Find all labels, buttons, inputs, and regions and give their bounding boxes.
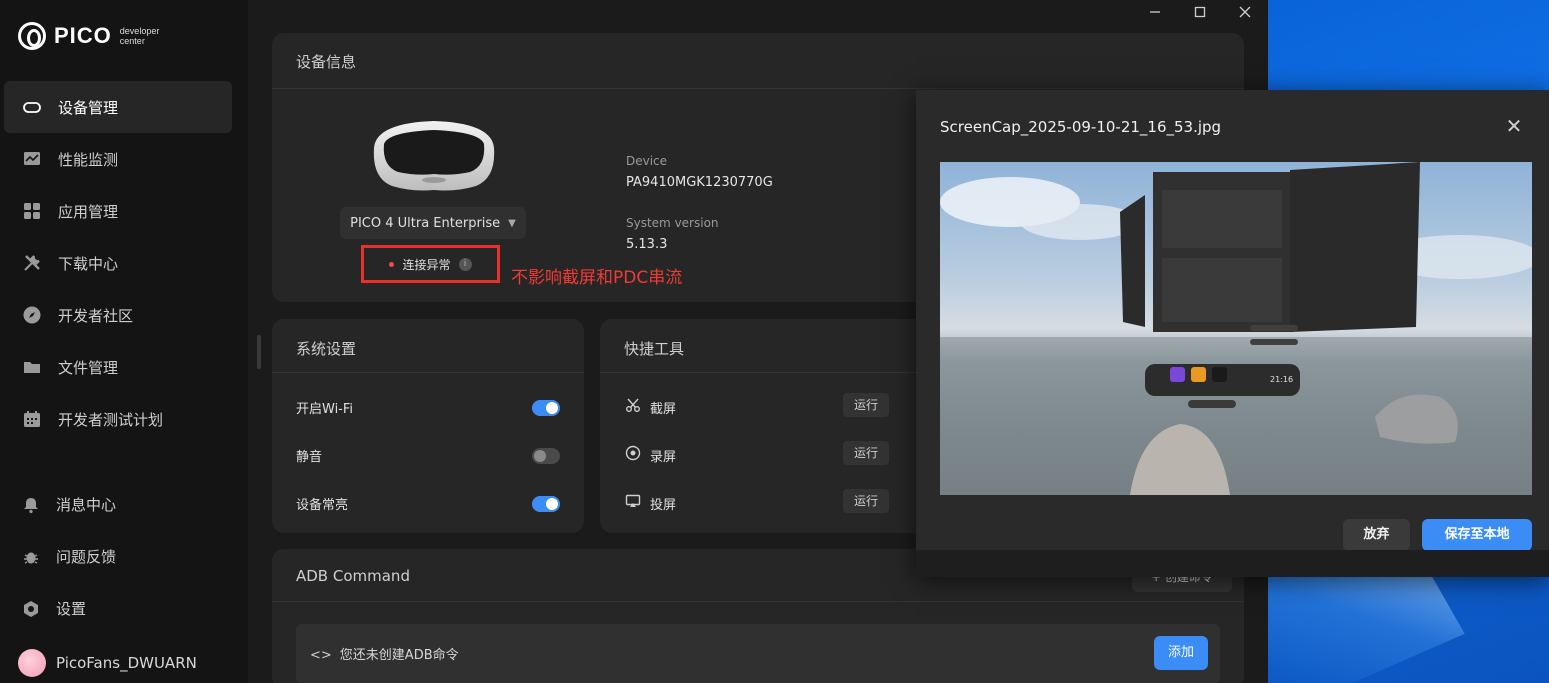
tool-label: 录屏 <box>650 449 677 465</box>
sidebar-item-label: 问题反馈 <box>56 548 117 566</box>
sidebar-item-app-management[interactable]: 应用管理 <box>4 185 232 237</box>
device-model-value: PICO 4 Ultra Enterprise <box>350 215 501 231</box>
setting-row-wifi: 开启Wi-Fi <box>296 398 560 417</box>
grid-icon <box>22 201 42 221</box>
minimize-icon[interactable] <box>1145 4 1165 23</box>
bell-icon <box>22 496 40 514</box>
stay-awake-toggle[interactable] <box>532 495 560 512</box>
logo-text: PICO <box>54 23 112 48</box>
close-icon[interactable]: ✕ <box>1504 114 1524 138</box>
adb-empty-row: <> 您还未创建ADB命令 <box>310 644 459 663</box>
sidebar-item-feedback[interactable]: 问题反馈 <box>22 546 116 567</box>
record-icon <box>624 445 642 465</box>
pico-logo-icon <box>18 22 46 50</box>
vr-scene-illustration: 21:16 <box>940 162 1532 495</box>
adb-empty-text: 您还未创建ADB命令 <box>339 648 459 663</box>
save-local-button[interactable]: 保存至本地 <box>1422 519 1532 551</box>
desktop-light-streak <box>1268 560 1465 683</box>
run-cast-button[interactable]: 运行 <box>843 489 889 513</box>
sidebar-item-label: 应用管理 <box>58 202 119 221</box>
screenshot-preview-dialog: ScreenCap_2025-09-10-21_16_53.jpg ✕ 21:1… <box>916 90 1549 577</box>
device-serial: PA9410MGK1230770G <box>626 175 773 190</box>
headset-image <box>373 121 495 191</box>
logo-subtitle: developer center <box>119 26 160 46</box>
discard-button[interactable]: 放弃 <box>1343 519 1410 551</box>
system-version-value: 5.13.3 <box>626 237 668 252</box>
tool-label: 截屏 <box>650 401 677 417</box>
user-profile[interactable]: PicoFans_DWUARN <box>18 649 197 677</box>
sidebar-item-download-center[interactable]: 下载中心 <box>4 237 232 289</box>
setting-row-mute: 静音 <box>296 446 560 465</box>
adb-empty-state: <> 您还未创建ADB命令 <box>296 624 1220 683</box>
sidebar-item-file-management[interactable]: 文件管理 <box>4 341 232 393</box>
sidebar: PICO developer center 设备管理 性能监测 应用管理 下载中… <box>0 0 248 683</box>
status-dot-icon <box>389 261 395 267</box>
scrollbar-thumb[interactable] <box>257 335 261 369</box>
adb-title: ADB Command <box>296 567 410 585</box>
annotation-text: 不影响截屏和PDC串流 <box>511 268 683 288</box>
sidebar-item-label: 文件管理 <box>58 358 119 377</box>
divider <box>272 601 1244 602</box>
screenshot-preview-image: 21:16 <box>940 162 1532 495</box>
preview-time: 21:16 <box>1270 375 1293 384</box>
sidebar-item-label: 设备管理 <box>58 98 119 117</box>
setting-label: 开启Wi-Fi <box>296 402 354 417</box>
sidebar-item-label: 开发者社区 <box>58 306 134 325</box>
folder-icon <box>22 357 42 377</box>
sidebar-item-developer-community[interactable]: 开发者社区 <box>4 289 232 341</box>
code-icon: <> <box>310 648 332 663</box>
sidebar-item-message-center[interactable]: 消息中心 <box>22 494 116 515</box>
user-name: PicoFans_DWUARN <box>56 654 197 672</box>
sidebar-item-device-management[interactable]: 设备管理 <box>4 81 232 133</box>
divider <box>272 372 584 373</box>
avatar <box>18 649 46 677</box>
setting-label: 设备常亮 <box>296 498 349 513</box>
caret-down-icon: ▼ <box>508 217 516 229</box>
maximize-icon[interactable] <box>1190 4 1210 23</box>
info-icon[interactable]: i <box>458 257 472 271</box>
chart-icon <box>22 149 42 169</box>
setting-row-stay-awake: 设备常亮 <box>296 494 560 513</box>
system-settings-card: 系统设置 开启Wi-Fi 静音 设备常亮 <box>272 319 584 533</box>
close-window-icon[interactable] <box>1235 4 1255 23</box>
sidebar-item-settings[interactable]: 设置 <box>22 598 86 619</box>
add-adb-button[interactable]: 添加 <box>1154 636 1208 670</box>
mute-toggle[interactable] <box>532 447 560 464</box>
dialog-footer-strip <box>916 550 1549 577</box>
connection-status-text: 连接异常 <box>402 257 451 272</box>
device-info-title: 设备信息 <box>296 53 357 71</box>
sidebar-item-performance[interactable]: 性能监测 <box>4 133 232 185</box>
calendar-icon <box>22 409 42 429</box>
sidebar-item-label: 消息中心 <box>56 496 117 514</box>
setting-label: 静音 <box>296 450 323 465</box>
tools-icon <box>22 253 42 273</box>
sidebar-item-label: 设置 <box>56 600 87 618</box>
system-version-label: System version <box>626 216 719 230</box>
wifi-toggle[interactable] <box>532 399 560 416</box>
run-record-button[interactable]: 运行 <box>843 441 889 465</box>
pico-logo: PICO developer center <box>18 22 170 50</box>
gear-icon <box>22 600 40 618</box>
compass-icon <box>22 305 42 325</box>
divider <box>272 88 1244 89</box>
sidebar-item-label: 开发者测试计划 <box>58 410 164 429</box>
run-screenshot-button[interactable]: 运行 <box>843 393 889 417</box>
device-model-select[interactable]: PICO 4 Ultra Enterprise ▼ <box>340 207 526 239</box>
divider <box>600 372 930 373</box>
quick-tools-title: 快捷工具 <box>624 340 685 358</box>
bug-icon <box>22 548 40 566</box>
headset-icon <box>22 97 42 117</box>
device-label: Device <box>626 154 668 168</box>
dialog-title: ScreenCap_2025-09-10-21_16_53.jpg <box>940 118 1222 136</box>
cast-icon <box>624 493 642 513</box>
sidebar-item-test-plan[interactable]: 开发者测试计划 <box>4 393 232 445</box>
tool-label: 投屏 <box>650 497 677 513</box>
scissors-icon <box>624 397 642 417</box>
sidebar-item-label: 性能监测 <box>58 150 119 169</box>
connection-status: 连接异常 i <box>361 245 500 283</box>
sidebar-item-label: 下载中心 <box>58 254 119 273</box>
system-settings-title: 系统设置 <box>296 340 357 358</box>
